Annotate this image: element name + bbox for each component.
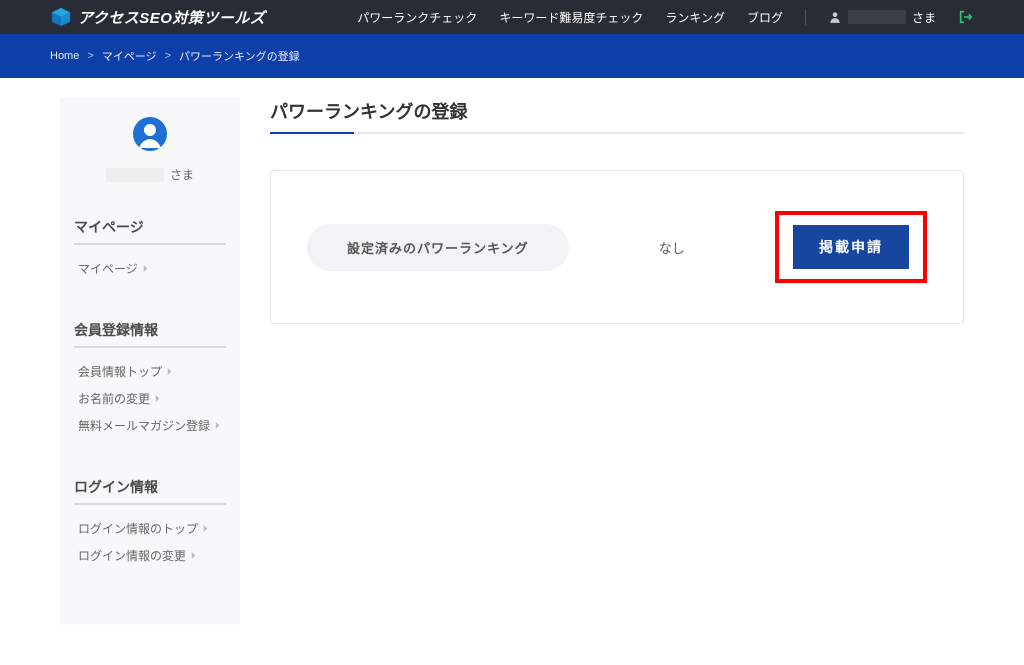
sidebar-section-login: ログイン情報 ログイン情報のトップ ログイン情報の変更 [74, 477, 226, 569]
sidebar-item-label: ログイン情報の変更 [78, 547, 186, 564]
sidebar-title-account: 会員登録情報 [74, 320, 226, 348]
sidebar-link-login-top[interactable]: ログイン情報のトップ [74, 515, 226, 542]
breadcrumb-current: パワーランキングの登録 [179, 48, 300, 64]
apply-button[interactable]: 掲載申請 [793, 225, 909, 269]
apply-highlight-box: 掲載申請 [775, 211, 927, 283]
chevron-right-icon [190, 552, 197, 559]
chevron-right-icon [142, 265, 149, 272]
nav-power-rank-check[interactable]: パワーランクチェック [357, 9, 477, 26]
sidebar-link-account-top[interactable]: 会員情報トップ [74, 358, 226, 385]
sidebar: さま マイページ マイページ 会員登録情報 会員情報トップ お名前の変更 無料メ… [60, 98, 240, 625]
top-bar: アクセスSEO対策ツールズ パワーランクチェック キーワード難易度チェック ラン… [0, 0, 1024, 34]
chevron-right-icon [214, 422, 221, 429]
sidebar-user-name-redacted [106, 168, 164, 182]
logo[interactable]: アクセスSEO対策ツールズ [50, 6, 265, 28]
sidebar-item-label: お名前の変更 [78, 390, 150, 407]
nav-separator [805, 9, 806, 25]
configured-ranking-status: なし [609, 238, 735, 257]
logo-cube-icon [50, 6, 72, 28]
breadcrumb-home[interactable]: Home [50, 50, 79, 62]
nav-keyword-difficulty[interactable]: キーワード難易度チェック [499, 9, 643, 26]
user-icon [828, 10, 842, 24]
sidebar-title-login: ログイン情報 [74, 477, 226, 505]
breadcrumb-mypage[interactable]: マイページ [102, 48, 157, 64]
sidebar-link-name-change[interactable]: お名前の変更 [74, 385, 226, 412]
sidebar-item-label: 会員情報トップ [78, 363, 162, 380]
sidebar-link-mailmag[interactable]: 無料メールマガジン登録 [74, 412, 226, 439]
breadcrumb-sep: > [87, 50, 93, 62]
sidebar-item-label: マイページ [78, 260, 138, 277]
chevron-right-icon [202, 525, 209, 532]
sidebar-user-suffix: さま [170, 166, 194, 183]
ranking-card: 設定済みのパワーランキング なし 掲載申請 [270, 170, 964, 324]
sidebar-section-mypage: マイページ マイページ [74, 217, 226, 282]
sidebar-section-account: 会員登録情報 会員情報トップ お名前の変更 無料メールマガジン登録 [74, 320, 226, 439]
nav-ranking[interactable]: ランキング [665, 9, 725, 26]
user-chip[interactable]: さま [828, 9, 936, 26]
user-name-redacted [848, 10, 906, 24]
main-content: パワーランキングの登録 設定済みのパワーランキング なし 掲載申請 [270, 98, 964, 625]
top-nav: パワーランクチェック キーワード難易度チェック ランキング ブログ さま [357, 9, 974, 26]
sidebar-item-label: ログイン情報のトップ [78, 520, 198, 537]
page-title: パワーランキングの登録 [270, 98, 964, 134]
sidebar-item-label: 無料メールマガジン登録 [78, 417, 210, 434]
sidebar-link-mypage[interactable]: マイページ [74, 255, 226, 282]
breadcrumb-sep: > [165, 50, 171, 62]
chevron-right-icon [154, 395, 161, 402]
sidebar-link-login-change[interactable]: ログイン情報の変更 [74, 542, 226, 569]
avatar-icon [132, 116, 168, 152]
user-suffix: さま [912, 9, 936, 26]
nav-blog[interactable]: ブログ [747, 9, 783, 26]
configured-ranking-label: 設定済みのパワーランキング [307, 224, 569, 271]
breadcrumb-bar: Home > マイページ > パワーランキングの登録 [0, 34, 1024, 78]
logo-text: アクセスSEO対策ツールズ [78, 7, 265, 28]
chevron-right-icon [166, 368, 173, 375]
sidebar-title-mypage: マイページ [74, 217, 226, 245]
sidebar-avatar: さま [74, 116, 226, 183]
logout-icon[interactable] [958, 9, 974, 25]
